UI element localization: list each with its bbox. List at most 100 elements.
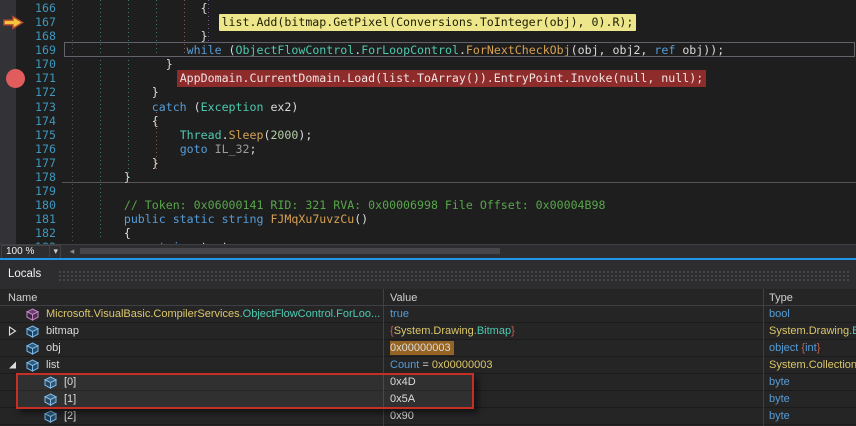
code-line[interactable]: } <box>68 170 131 184</box>
code-line[interactable]: } <box>68 85 159 99</box>
expander-expanded-icon[interactable] <box>8 359 17 373</box>
text-token: byte <box>769 410 790 422</box>
zoom-combobox[interactable]: 100 % ▾ <box>1 245 61 259</box>
column-header-type[interactable]: Type <box>769 290 793 306</box>
code-line[interactable]: list.Add(bitmap.GetPixel(Conversions.ToI… <box>68 15 639 29</box>
gutter-line-number[interactable]: 181 <box>16 212 56 226</box>
name-cell[interactable]: obj <box>0 340 383 356</box>
text-token: } <box>152 156 159 170</box>
gutter-line-number[interactable]: 178 <box>16 170 56 184</box>
variable-name: obj <box>46 340 61 356</box>
text-token: System.Collections <box>769 359 856 371</box>
locals-row[interactable]: obj0x00000003object {int} <box>0 340 856 357</box>
column-divider[interactable] <box>763 289 764 426</box>
current-statement-arrow-icon[interactable] <box>2 15 25 30</box>
gutter-line-number[interactable]: 180 <box>16 198 56 212</box>
code-line[interactable]: goto IL_32; <box>68 142 256 156</box>
variable-name: Microsoft.VisualBasic.CompilerServices.O… <box>46 306 380 322</box>
gutter-line-number[interactable]: 166 <box>16 1 56 15</box>
code-line[interactable]: { <box>68 114 159 128</box>
hscroll-thumb[interactable] <box>80 248 500 254</box>
text-token: ( <box>187 100 201 114</box>
code-line[interactable]: } <box>68 156 159 170</box>
hscroll-left-arrow-icon[interactable]: ◂ <box>66 244 78 258</box>
text-token: Sleep <box>229 128 264 142</box>
annotation-red-box <box>16 373 474 409</box>
type-cell: byte <box>769 374 856 390</box>
code-line[interactable]: } <box>68 57 173 71</box>
locals-row[interactable]: list Count = 0x00000003 System.Collections <box>0 357 856 374</box>
code-line[interactable]: } <box>68 29 208 43</box>
code-line[interactable]: Thread.Sleep(2000); <box>68 128 312 142</box>
text-token: bool <box>769 308 790 320</box>
gutter: 1661671681691701711721731741751761771781… <box>16 0 62 244</box>
gutter-line-number[interactable]: 174 <box>16 114 56 128</box>
code-line[interactable]: { <box>68 226 131 240</box>
text-token: 0x00000003 <box>390 342 451 354</box>
locals-title-bar[interactable]: Locals <box>0 260 856 289</box>
gutter-line-number[interactable]: 168 <box>16 29 56 43</box>
gutter-line-number[interactable]: 169 <box>16 43 56 57</box>
text-token: goto <box>180 142 208 156</box>
gutter-line-number[interactable]: 176 <box>16 142 56 156</box>
gutter-line-number[interactable]: 182 <box>16 226 56 240</box>
panel-drag-grip[interactable] <box>58 270 850 282</box>
text-token <box>208 142 215 156</box>
value-cell[interactable]: true <box>390 306 760 322</box>
locals-row[interactable]: bitmap{System.Drawing.Bitmap}System.Draw… <box>0 323 856 340</box>
code-line[interactable]: { <box>68 1 208 15</box>
code-line[interactable]: public static string FJMqXu7uvzCu() <box>68 212 368 226</box>
name-cell[interactable]: list <box>0 357 383 373</box>
text-token: 0x90 <box>390 410 414 422</box>
locals-panel-title: Locals <box>8 268 41 280</box>
expander-collapsed-icon[interactable] <box>8 325 17 339</box>
text-token: ex2) <box>263 100 298 114</box>
code-area[interactable]: { list.Add(bitmap.GetPixel(Conversions.T… <box>68 0 856 244</box>
code-line[interactable]: AppDomain.CurrentDomain.Load(list.ToArra… <box>68 71 709 85</box>
text-token: } <box>166 57 173 71</box>
text-token: object <box>769 342 801 354</box>
column-header-name[interactable]: Name <box>8 290 37 306</box>
text-token: Exception <box>201 100 264 114</box>
text-token: . <box>222 128 229 142</box>
text-token: } <box>201 29 208 43</box>
text-token: { <box>201 1 208 15</box>
gutter-line-number[interactable]: 170 <box>16 57 56 71</box>
type-cell: System.Collections <box>769 357 856 373</box>
variable-name: list <box>46 357 59 373</box>
zoom-level: 100 % <box>6 246 34 258</box>
locals-row[interactable]: [2] 0x90 byte <box>0 408 856 425</box>
gutter-line-number[interactable]: 177 <box>16 156 56 170</box>
locals-row[interactable]: Microsoft.VisualBasic.CompilerServices.O… <box>0 306 856 323</box>
value-cell[interactable]: {System.Drawing.Bitmap} <box>390 323 760 339</box>
text-token: // Token: 0x06000141 RID: 321 RVA: 0x000… <box>124 198 606 212</box>
glyph-margin[interactable] <box>0 0 16 244</box>
text-token: Microsoft.VisualBasic.CompilerServices <box>46 308 240 320</box>
text-token: IL_32 <box>215 142 250 156</box>
column-header-value[interactable]: Value <box>390 290 417 306</box>
name-cell[interactable]: [2] <box>0 408 383 424</box>
current-statement-highlight: list.Add(bitmap.GetPixel(Conversions.ToI… <box>219 14 637 31</box>
gutter-line-number[interactable]: 179 <box>16 184 56 198</box>
value-cell[interactable]: 0x00000003 <box>390 340 760 356</box>
breakpoint-icon[interactable] <box>6 69 25 88</box>
gutter-line-number[interactable]: 172 <box>16 85 56 99</box>
chevron-down-icon[interactable]: ▾ <box>49 245 58 257</box>
code-line[interactable]: // Token: 0x06000141 RID: 321 RVA: 0x000… <box>68 198 605 212</box>
text-token: () <box>354 212 368 226</box>
gutter-line-number[interactable]: 175 <box>16 128 56 142</box>
text-token: } <box>152 85 159 99</box>
name-cell[interactable]: bitmap <box>0 323 383 339</box>
text-token: Count <box>390 359 419 371</box>
text-token: } <box>124 170 131 184</box>
text-token: Thread <box>180 128 222 142</box>
gutter-line-number[interactable]: 173 <box>16 100 56 114</box>
text-token: 2000 <box>270 128 298 142</box>
code-line[interactable]: catch (Exception ex2) <box>68 100 298 114</box>
purple-cube-variable-icon <box>26 308 39 322</box>
value-changed-highlight: 0x00000003 <box>390 341 454 355</box>
name-cell[interactable]: Microsoft.VisualBasic.CompilerServices.O… <box>0 306 383 322</box>
text-token: list <box>46 359 59 371</box>
value-cell[interactable]: Count = 0x00000003 <box>390 357 760 373</box>
value-cell[interactable]: 0x90 <box>390 408 760 424</box>
